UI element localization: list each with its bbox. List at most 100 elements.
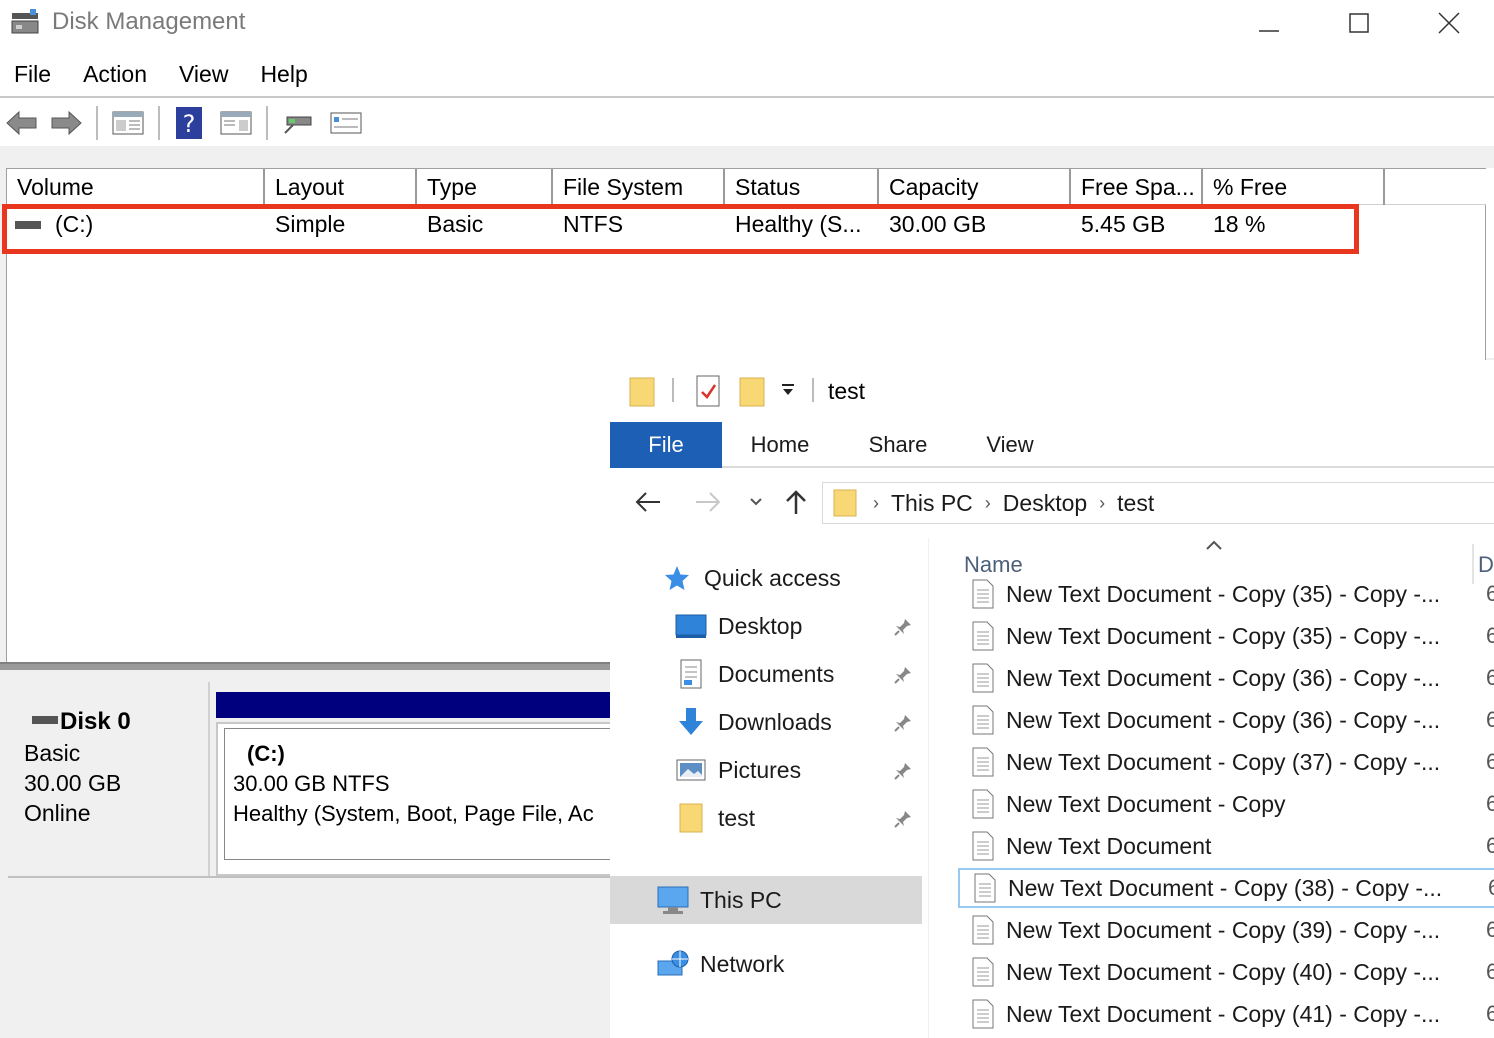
help-icon: ? bbox=[176, 107, 202, 139]
nav-desktop[interactable]: Desktop bbox=[674, 604, 802, 648]
text-document-icon bbox=[968, 830, 998, 862]
recent-locations-button[interactable] bbox=[738, 484, 774, 520]
menu-file[interactable]: File bbox=[0, 56, 67, 92]
file-row[interactable]: New Text Document - Copy (36) - Copy -..… bbox=[958, 700, 1494, 740]
back-arrow-icon bbox=[635, 492, 660, 512]
disk-status: Online bbox=[24, 800, 91, 826]
column-header-status[interactable]: Status bbox=[725, 169, 879, 205]
breadcrumb-desktop[interactable]: Desktop bbox=[997, 490, 1093, 517]
nav-test[interactable]: test bbox=[674, 796, 755, 840]
show-hide-action-pane-button[interactable] bbox=[216, 104, 256, 142]
forward-button[interactable] bbox=[48, 104, 84, 142]
file-row[interactable]: New Text Document - Copy 6 bbox=[958, 784, 1494, 824]
file-row[interactable]: New Text Document - Copy (37) - Copy -..… bbox=[958, 742, 1494, 782]
file-name: New Text Document - Copy (38) - Copy -..… bbox=[1008, 874, 1443, 901]
column-header-layout[interactable]: Layout bbox=[265, 169, 417, 205]
close-button[interactable] bbox=[1404, 0, 1494, 46]
file-row[interactable]: New Text Document - Copy (35) - Copy -..… bbox=[958, 616, 1494, 656]
pin-icon[interactable] bbox=[892, 712, 914, 734]
properties-button[interactable] bbox=[326, 104, 366, 142]
back-arrow-icon bbox=[6, 110, 37, 136]
svg-text:?: ? bbox=[183, 110, 196, 138]
forward-button[interactable] bbox=[690, 484, 726, 520]
text-document-icon bbox=[968, 914, 998, 946]
file-row[interactable]: New Text Document - Copy (38) - Copy -..… bbox=[958, 868, 1494, 908]
nav-this-pc[interactable]: This PC bbox=[656, 878, 782, 922]
column-header-capacity[interactable]: Capacity bbox=[879, 169, 1071, 205]
menu-action[interactable]: Action bbox=[67, 56, 163, 92]
tab-share[interactable]: Share bbox=[848, 422, 948, 468]
help-button[interactable]: ? bbox=[172, 104, 206, 142]
file-date-modified: 6 bbox=[1486, 1001, 1494, 1026]
file-date-modified: 6 bbox=[1486, 959, 1494, 984]
column-header-percent-free[interactable]: % Free bbox=[1203, 169, 1385, 205]
star-icon bbox=[660, 563, 694, 593]
file-date-modified: 6 bbox=[1486, 581, 1494, 606]
pin-icon[interactable] bbox=[892, 664, 914, 686]
pane-divider bbox=[928, 538, 929, 1038]
nav-label: test bbox=[718, 804, 756, 831]
connect-button[interactable] bbox=[278, 104, 318, 142]
address-bar[interactable]: › This PC › Desktop › test bbox=[822, 482, 1494, 524]
pane-splitter[interactable] bbox=[0, 662, 610, 670]
partition-c[interactable]: (C:) 30.00 GB NTFS Healthy (System, Boot… bbox=[216, 722, 610, 876]
file-row[interactable]: New Text Document 6 bbox=[958, 826, 1494, 866]
pin-icon[interactable] bbox=[892, 760, 914, 782]
nav-downloads[interactable]: Downloads bbox=[674, 700, 832, 744]
file-row[interactable]: New Text Document - Copy (36) - Copy -..… bbox=[958, 658, 1494, 698]
file-name: New Text Document - Copy (35) - Copy -..… bbox=[1006, 622, 1441, 649]
pin-icon[interactable] bbox=[892, 616, 914, 638]
nav-label: Documents bbox=[718, 660, 835, 687]
navigation-pane: Quick access Desktop Documents Downloads… bbox=[610, 538, 928, 1038]
breadcrumb-this-pc[interactable]: This PC bbox=[885, 490, 979, 517]
disk-type: Basic bbox=[24, 740, 81, 766]
partition-health: Healthy (System, Boot, Page File, Ac bbox=[233, 801, 594, 826]
tab-file[interactable]: File bbox=[610, 422, 722, 468]
file-explorer-window: test File Home Share View › This PC › De… bbox=[610, 360, 1494, 1038]
nav-documents[interactable]: Documents bbox=[674, 652, 834, 696]
file-row[interactable]: New Text Document - Copy (35) - Copy -..… bbox=[958, 574, 1494, 614]
disk-info-panel[interactable]: Disk 0 Basic 30.00 GB Online bbox=[10, 682, 210, 878]
file-row[interactable]: New Text Document - Copy (39) - Copy -..… bbox=[958, 910, 1494, 950]
tab-home[interactable]: Home bbox=[730, 422, 830, 468]
chevron-right-icon: › bbox=[873, 492, 879, 513]
desktop-icon bbox=[674, 611, 708, 641]
menu-help[interactable]: Help bbox=[244, 56, 323, 92]
up-button[interactable] bbox=[778, 484, 814, 520]
file-row[interactable]: New Text Document - Copy (41) - Copy -..… bbox=[958, 994, 1494, 1034]
cell-layout: Simple bbox=[275, 211, 346, 237]
properties-check-icon[interactable] bbox=[694, 374, 722, 413]
drive-icon bbox=[15, 221, 41, 229]
nav-pictures[interactable]: Pictures bbox=[674, 748, 801, 792]
text-document-icon bbox=[968, 704, 998, 736]
file-name: New Text Document - Copy (35) - Copy -..… bbox=[1006, 580, 1441, 607]
toolbar-separator bbox=[158, 106, 160, 140]
minimize-button[interactable] bbox=[1224, 0, 1314, 46]
pin-icon[interactable] bbox=[892, 808, 914, 830]
tab-view[interactable]: View bbox=[960, 422, 1060, 468]
back-button[interactable] bbox=[630, 484, 666, 520]
customize-qat-dropdown-icon[interactable] bbox=[780, 382, 796, 403]
new-folder-icon[interactable] bbox=[738, 374, 766, 413]
column-header-free-space[interactable]: Free Spa... bbox=[1071, 169, 1203, 205]
toolbar-separator bbox=[266, 106, 268, 140]
menu-view[interactable]: View bbox=[163, 56, 244, 92]
show-hide-console-tree-button[interactable] bbox=[108, 104, 148, 142]
folder-icon[interactable] bbox=[628, 374, 656, 413]
disk-management-titlebar: Disk Management bbox=[0, 0, 1494, 46]
file-name: New Text Document - Copy (37) - Copy -..… bbox=[1006, 748, 1441, 775]
column-header-file-system[interactable]: File System bbox=[553, 169, 725, 205]
partition-c-inner: (C:) 30.00 GB NTFS Healthy (System, Boot… bbox=[224, 728, 610, 860]
breadcrumb-test[interactable]: test bbox=[1111, 490, 1160, 517]
column-header-type[interactable]: Type bbox=[417, 169, 553, 205]
nav-quick-access[interactable]: Quick access bbox=[660, 556, 841, 600]
nav-network[interactable]: Network bbox=[656, 942, 784, 986]
maximize-button[interactable] bbox=[1314, 0, 1404, 46]
volume-row-c[interactable]: (C:) Simple Basic NTFS Healthy (S... 30.… bbox=[7, 207, 1487, 241]
back-button[interactable] bbox=[4, 104, 40, 142]
column-header-volume[interactable]: Volume bbox=[7, 169, 265, 205]
disk-icon bbox=[32, 716, 58, 724]
cell-volume: (C:) bbox=[55, 211, 94, 237]
text-document-icon bbox=[968, 998, 998, 1030]
file-row[interactable]: New Text Document - Copy (40) - Copy -..… bbox=[958, 952, 1494, 992]
